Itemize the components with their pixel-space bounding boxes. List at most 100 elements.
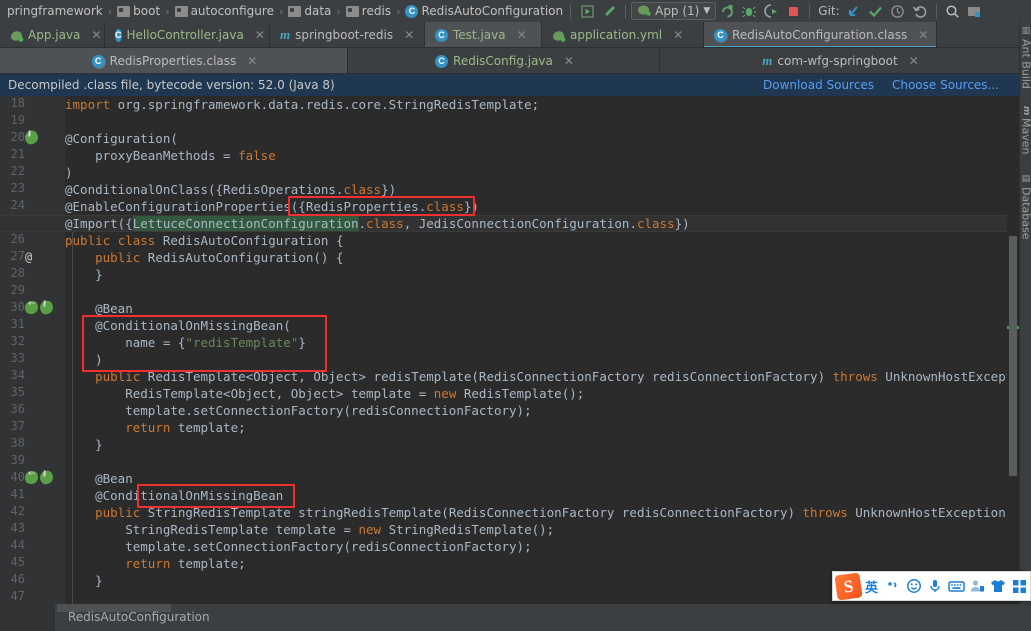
gutter-line[interactable]: 39 bbox=[0, 453, 55, 470]
code-folding-column[interactable] bbox=[55, 96, 65, 604]
editor-tab-redisconfig-java[interactable]: C RedisConfig.java ✕ bbox=[348, 48, 660, 73]
close-icon[interactable]: ✕ bbox=[404, 28, 414, 42]
code-line[interactable]: import org.springframework.data.redis.co… bbox=[65, 96, 1007, 113]
close-icon[interactable]: ✕ bbox=[91, 28, 101, 42]
git-rollback-icon[interactable] bbox=[909, 1, 931, 21]
code-line[interactable]: @ConditionalOnClass({RedisOperations.cla… bbox=[65, 181, 1007, 198]
code-line[interactable]: public RedisTemplate<Object, Object> red… bbox=[65, 368, 1007, 385]
gutter-line[interactable]: 42 bbox=[0, 504, 55, 521]
gutter-line[interactable]: 26 bbox=[0, 232, 55, 249]
editor-marker-strip[interactable] bbox=[1007, 96, 1019, 604]
skin-icon[interactable] bbox=[988, 571, 1009, 601]
code-line[interactable]: @EnableConfigurationProperties({RedisPro… bbox=[65, 198, 1007, 215]
emoji-icon[interactable] bbox=[903, 571, 924, 601]
sogou-logo-icon[interactable]: S bbox=[834, 571, 863, 601]
gutter-line[interactable]: 31 bbox=[0, 317, 55, 334]
editor-tab-com-wfg-springboot[interactable]: m com-wfg-springboot ✕ bbox=[660, 48, 1020, 73]
breadcrumb-item-redis[interactable]: redis bbox=[344, 0, 393, 22]
code-line[interactable]: @Bean bbox=[65, 470, 1007, 487]
code-line[interactable]: @Bean bbox=[65, 300, 1007, 317]
code-line[interactable]: } bbox=[65, 266, 1007, 283]
code-line[interactable]: public StringRedisTemplate stringRedisTe… bbox=[65, 504, 1007, 521]
code-line[interactable]: name = {"redisTemplate"} bbox=[65, 334, 1007, 351]
run-configuration-selector[interactable]: App (1) ▼ bbox=[631, 2, 717, 20]
apps-grid-icon[interactable] bbox=[1009, 571, 1030, 601]
code-line[interactable]: return template; bbox=[65, 555, 1007, 572]
close-icon[interactable]: ✕ bbox=[255, 28, 265, 42]
code-line[interactable]: ) bbox=[65, 351, 1007, 368]
bean-override-icon[interactable] bbox=[25, 299, 38, 314]
close-icon[interactable]: ✕ bbox=[909, 54, 919, 68]
notification-link-choose-sources-[interactable]: Choose Sources... bbox=[892, 78, 999, 92]
code-editor[interactable]: 18192021222324252627@2829303132333435363… bbox=[0, 96, 1007, 604]
code-line[interactable]: @ConditionalOnMissingBean bbox=[65, 487, 1007, 504]
user-icon[interactable] bbox=[967, 571, 988, 601]
gutter-line[interactable]: 41 bbox=[0, 487, 55, 504]
code-line[interactable]: @Configuration( bbox=[65, 130, 1007, 147]
code-line[interactable]: ) bbox=[65, 164, 1007, 181]
ime-mode-label[interactable]: 英 bbox=[861, 571, 882, 601]
close-icon[interactable]: ✕ bbox=[247, 54, 257, 68]
gutter-line[interactable]: 18 bbox=[0, 96, 55, 113]
build-hammer-icon[interactable] bbox=[598, 1, 620, 21]
code-line[interactable]: @Import({LettuceConnectionConfiguration.… bbox=[65, 215, 1007, 232]
gutter-line[interactable]: 22 bbox=[0, 164, 55, 181]
editor-gutter[interactable]: 18192021222324252627@2829303132333435363… bbox=[0, 96, 55, 604]
gutter-line[interactable]: 38 bbox=[0, 436, 55, 453]
gutter-line[interactable]: 29 bbox=[0, 283, 55, 300]
tool-window-maven[interactable]: m Maven bbox=[1020, 106, 1031, 155]
code-line[interactable]: template.setConnectionFactory(redisConne… bbox=[65, 402, 1007, 419]
editor-tab-redisproperties-class[interactable]: C RedisProperties.class ✕ bbox=[0, 48, 348, 73]
gutter-marker-group[interactable]: @ bbox=[25, 250, 32, 264]
gutter-line[interactable]: 36 bbox=[0, 402, 55, 419]
code-line[interactable] bbox=[65, 283, 1007, 300]
gutter-line[interactable]: 44 bbox=[0, 538, 55, 555]
bean-icon[interactable] bbox=[38, 299, 55, 316]
gutter-marker-group[interactable] bbox=[23, 129, 40, 146]
code-line[interactable]: } bbox=[65, 436, 1007, 453]
microphone-icon[interactable] bbox=[924, 571, 945, 601]
editor-tab-app-java[interactable]: App.java ✕ bbox=[0, 22, 105, 47]
search-icon[interactable] bbox=[942, 1, 964, 21]
code-line[interactable]: return template; bbox=[65, 419, 1007, 436]
gutter-line[interactable]: 40 bbox=[0, 469, 55, 487]
close-icon[interactable]: ✕ bbox=[517, 28, 527, 42]
bean-override-icon[interactable] bbox=[25, 469, 38, 484]
git-history-icon[interactable] bbox=[887, 1, 909, 21]
git-commit-icon[interactable] bbox=[865, 1, 887, 21]
gutter-line[interactable]: 46 bbox=[0, 572, 55, 589]
tool-window-database[interactable]: ▤ Database bbox=[1020, 174, 1031, 240]
gutter-line[interactable]: 21 bbox=[0, 147, 55, 164]
editor-tab-test-java[interactable]: C Test.java ✕ bbox=[425, 22, 542, 47]
code-line[interactable] bbox=[65, 113, 1007, 130]
code-line[interactable]: template.setConnectionFactory(redisConne… bbox=[65, 538, 1007, 555]
gutter-line[interactable]: 34 bbox=[0, 368, 55, 385]
code-line[interactable]: proxyBeanMethods = false bbox=[65, 147, 1007, 164]
gutter-line[interactable]: 45 bbox=[0, 555, 55, 572]
editor-tab-springboot-redis[interactable]: m springboot-redis ✕ bbox=[270, 22, 425, 47]
code-line[interactable]: RedisTemplate<Object, Object> template =… bbox=[65, 385, 1007, 402]
tool-window-ant-build[interactable]: ▥ Ant Build bbox=[1020, 26, 1031, 89]
gutter-line[interactable]: 33 bbox=[0, 351, 55, 368]
editor-scrollbar-thumb[interactable] bbox=[1009, 236, 1017, 476]
breadcrumb-item-autoconfigure[interactable]: autoconfigure bbox=[173, 0, 276, 22]
gutter-line[interactable]: 27 @ bbox=[0, 249, 55, 266]
git-update-project-icon[interactable] bbox=[843, 1, 865, 21]
code-line[interactable]: public class RedisAutoConfiguration { bbox=[65, 232, 1007, 249]
breadcrumb-item-data[interactable]: data bbox=[286, 0, 333, 22]
punctuation-icon[interactable] bbox=[882, 571, 903, 601]
gutter-line[interactable]: 19 bbox=[0, 113, 55, 130]
editor-tab-redisautoconfiguration-class[interactable]: C RedisAutoConfiguration.class ✕ bbox=[704, 22, 938, 47]
code-line[interactable]: StringRedisTemplate template = new Strin… bbox=[65, 521, 1007, 538]
keyboard-icon[interactable] bbox=[946, 571, 967, 601]
gutter-line[interactable]: 32 bbox=[0, 334, 55, 351]
at-icon[interactable]: @ bbox=[25, 250, 32, 264]
bean-icon[interactable] bbox=[38, 469, 55, 486]
editor-tab-application-yml[interactable]: application.yml ✕ bbox=[542, 22, 704, 47]
bean-icon[interactable] bbox=[23, 129, 40, 146]
breadcrumb-item-pringframework[interactable]: pringframework bbox=[2, 0, 105, 22]
gutter-line[interactable]: 24 bbox=[0, 198, 55, 215]
close-icon[interactable]: ✕ bbox=[918, 28, 928, 42]
close-icon[interactable]: ✕ bbox=[673, 28, 683, 42]
gutter-line[interactable]: 47 bbox=[0, 589, 55, 604]
